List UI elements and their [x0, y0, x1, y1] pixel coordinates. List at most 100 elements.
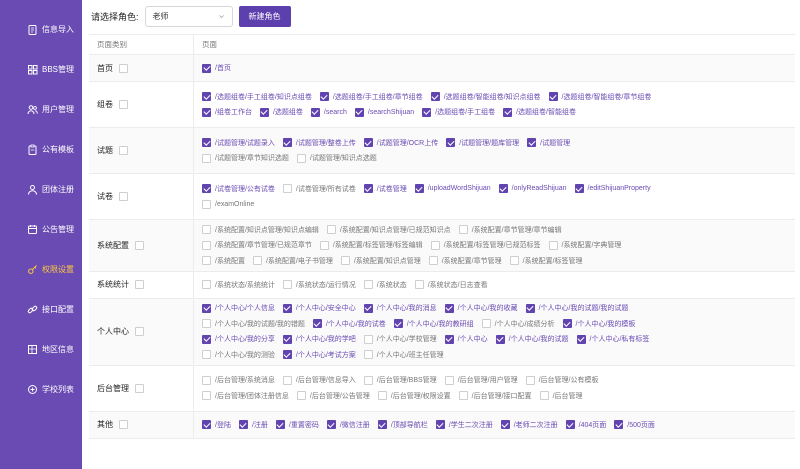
category-checkbox[interactable] [135, 240, 144, 250]
page-permission-item[interactable]: /系统配置/章节管理/章节编辑 [458, 225, 562, 235]
page-permission-item[interactable]: /后台管理/系统消息 [202, 375, 275, 385]
page-permission-item[interactable]: /searchShijuan [354, 107, 414, 117]
page-permission-item[interactable]: /个人中心/我的试题/我的错题 [202, 319, 305, 329]
checkbox-checked[interactable] [422, 107, 432, 117]
page-permission-item[interactable]: /选题组卷/手工组卷/知识点组卷 [202, 92, 312, 102]
checkbox-checked[interactable] [202, 184, 211, 194]
sidebar-item-4[interactable]: 团体注册 [0, 169, 82, 209]
page-permission-item[interactable]: /系统状态/系统统计 [202, 280, 275, 290]
page-permission-item[interactable]: /系统配置/章节管理 [428, 256, 502, 266]
checkbox-checked[interactable] [202, 92, 211, 102]
sidebar-item-7[interactable]: 接口配置 [0, 289, 82, 329]
sidebar-item-2[interactable]: 用户管理 [0, 89, 82, 129]
checkbox-checked[interactable] [363, 303, 373, 313]
page-permission-item[interactable]: /个人中心/我的试卷 [312, 319, 386, 329]
page-permission-item[interactable]: /顶部导航栏 [377, 420, 428, 430]
page-permission-item[interactable]: /后台管理/团体注册信息 [202, 391, 289, 401]
page-permission-item[interactable]: /search [310, 107, 347, 117]
page-permission-item[interactable]: /个人中心/个人信息 [202, 303, 275, 313]
page-permission-item[interactable]: /学生二次注册 [435, 420, 493, 430]
checkbox-checked[interactable] [312, 319, 322, 329]
checkbox-checked[interactable] [282, 138, 292, 148]
page-permission-item[interactable]: /onlyReadShijuan [498, 184, 567, 194]
sidebar-item-6[interactable]: 权限设置 [0, 249, 82, 289]
checkbox-unchecked[interactable] [202, 240, 211, 250]
page-permission-item[interactable]: /个人中心 [444, 334, 488, 344]
page-permission-item[interactable]: /试题管理/OCR上传 [363, 138, 438, 148]
checkbox-checked[interactable] [614, 420, 624, 429]
page-permission-item[interactable]: /试卷管理/所有试卷 [282, 184, 356, 194]
checkbox-checked[interactable] [363, 138, 373, 148]
checkbox-unchecked[interactable] [458, 225, 468, 235]
checkbox-unchecked[interactable] [414, 280, 424, 289]
checkbox-unchecked[interactable] [202, 319, 211, 329]
checkbox-unchecked[interactable] [252, 256, 262, 266]
checkbox-unchecked[interactable] [202, 375, 211, 385]
checkbox-checked[interactable] [377, 420, 387, 429]
page-permission-item[interactable]: /个人中心/我的试题/我的试题 [525, 303, 628, 313]
checkbox-checked[interactable] [574, 184, 584, 194]
category-checkbox[interactable] [135, 280, 144, 289]
category-checkbox[interactable] [135, 383, 144, 393]
checkbox-unchecked[interactable] [363, 350, 373, 360]
checkbox-checked[interactable] [354, 107, 364, 117]
checkbox-unchecked[interactable] [509, 256, 519, 266]
page-permission-item[interactable]: /选题组卷 [259, 107, 303, 117]
page-permission-item[interactable]: /个人中心/私有标签 [576, 334, 649, 344]
checkbox-unchecked[interactable] [430, 240, 440, 250]
page-permission-item[interactable]: /后台管理/公有模板 [525, 375, 598, 385]
page-permission-item[interactable]: /后台管理/权限设置 [377, 391, 451, 401]
page-permission-item[interactable]: /后台管理/BBS管理 [363, 375, 437, 385]
page-permission-item[interactable]: /选题组卷/智能组卷/知识点组卷 [430, 92, 541, 102]
checkbox-unchecked[interactable] [296, 153, 306, 163]
page-permission-item[interactable]: /系统配置/电子书管理 [252, 256, 333, 266]
page-permission-item[interactable]: /系统配置 [202, 256, 245, 266]
checkbox-checked[interactable] [282, 334, 292, 344]
page-permission-item[interactable]: /个人中心/我的教研组 [393, 319, 474, 329]
checkbox-unchecked[interactable] [363, 280, 373, 289]
category-checkbox[interactable] [119, 146, 128, 155]
page-permission-item[interactable]: /后台管理/接口配置 [458, 391, 532, 401]
checkbox-unchecked[interactable] [539, 391, 549, 401]
page-permission-item[interactable]: /系统配置/标签管理/标签编辑 [319, 240, 423, 250]
page-permission-item[interactable]: /选题组卷/手工组卷/章节组卷 [319, 92, 423, 102]
checkbox-checked[interactable] [202, 303, 211, 313]
checkbox-checked[interactable] [525, 303, 535, 313]
checkbox-checked[interactable] [548, 92, 558, 102]
page-permission-item[interactable]: /系统状态/运行情况 [282, 280, 356, 290]
checkbox-unchecked[interactable] [458, 391, 468, 401]
page-permission-item[interactable]: /个人中心/我的试题 [495, 334, 569, 344]
page-permission-item[interactable]: /uploadWordShijuan [414, 184, 491, 194]
page-permission-item[interactable]: /选题组卷/智能组卷/章节组卷 [548, 92, 651, 102]
checkbox-unchecked[interactable] [525, 375, 535, 385]
checkbox-unchecked[interactable] [202, 391, 211, 401]
category-checkbox[interactable] [119, 100, 128, 109]
role-select[interactable]: 老师 [144, 5, 233, 27]
sidebar-item-8[interactable]: 地区信息 [0, 329, 82, 369]
checkbox-unchecked[interactable] [377, 391, 387, 401]
checkbox-unchecked[interactable] [340, 256, 350, 266]
page-permission-item[interactable]: /后台管理 [539, 391, 583, 401]
checkbox-checked[interactable] [393, 319, 403, 329]
checkbox-checked[interactable] [202, 334, 211, 344]
checkbox-checked[interactable] [495, 334, 505, 344]
sidebar-item-3[interactable]: 公有模板 [0, 129, 82, 169]
checkbox-unchecked[interactable] [363, 334, 373, 344]
checkbox-unchecked[interactable] [428, 256, 438, 266]
page-permission-item[interactable]: /系统配置/知识点管理/知识点编辑 [202, 225, 319, 235]
checkbox-checked[interactable] [282, 303, 292, 313]
page-permission-item[interactable]: /重置密码 [275, 420, 319, 430]
page-permission-item[interactable]: /登陆 [202, 420, 231, 430]
page-permission-item[interactable]: /系统配置/知识点管理 [340, 256, 421, 266]
checkbox-checked[interactable] [259, 107, 269, 117]
sidebar-item-5[interactable]: 公告管理 [0, 209, 82, 249]
page-permission-item[interactable]: /试题管理/章节知识选题 [202, 153, 289, 163]
checkbox-checked[interactable] [576, 334, 586, 344]
page-permission-item[interactable]: /个人中心/我的测验 [202, 350, 275, 360]
page-permission-item[interactable]: /个人中心/学校管理 [363, 334, 437, 344]
page-permission-item[interactable]: /注册 [238, 420, 268, 430]
page-permission-item[interactable]: /微信注册 [326, 420, 370, 430]
page-permission-item[interactable]: /试卷管理 [363, 184, 407, 194]
page-permission-item[interactable]: /选题组卷/智能组卷 [503, 107, 576, 117]
page-permission-item[interactable]: /老师二次注册 [500, 420, 558, 430]
